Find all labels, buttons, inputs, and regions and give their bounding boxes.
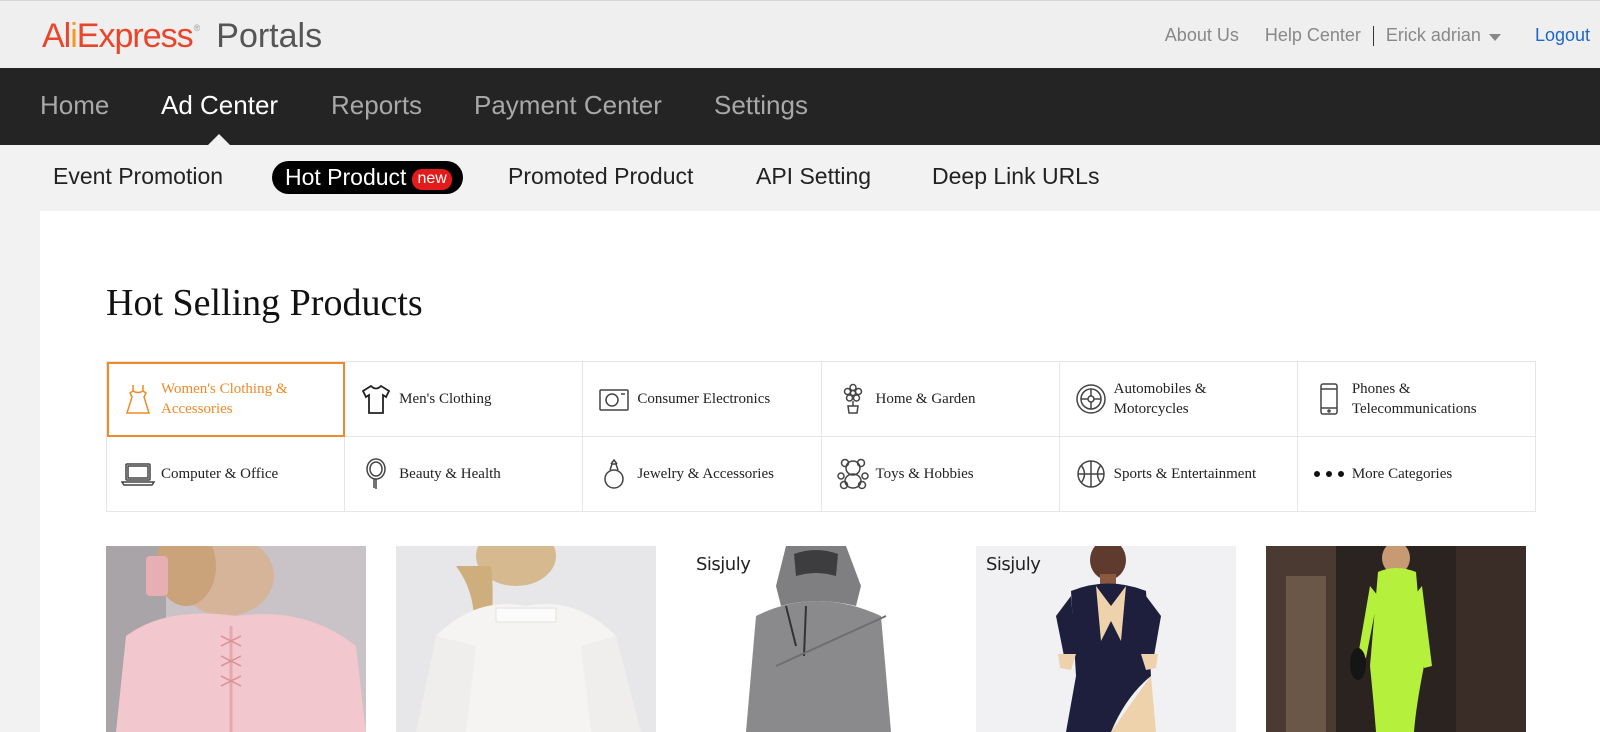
category-more-categories[interactable]: More Categories [1297, 437, 1536, 512]
top-header: AliExpress ® Portals About Us Help Cente… [0, 0, 1600, 68]
ball-icon [1072, 455, 1110, 493]
product-image[interactable] [106, 546, 366, 732]
category-phones-telecom[interactable]: Phones & Telecommunications [1297, 362, 1536, 437]
nav-home[interactable]: Home [40, 90, 109, 121]
help-center-link[interactable]: Help Center [1265, 25, 1361, 46]
chevron-down-icon [1488, 33, 1501, 41]
content-panel: Hot Selling Products Women's Clothing & … [40, 211, 1600, 732]
tab-hot-product-label: Hot Product [285, 164, 407, 190]
category-beauty-health[interactable]: Beauty & Health [345, 437, 584, 512]
category-automobiles-motorcycles[interactable]: Automobiles & Motorcycles [1059, 362, 1298, 437]
about-us-link[interactable]: About Us [1165, 25, 1239, 46]
logo-text: AliExpress [42, 17, 194, 55]
nav-reports[interactable]: Reports [331, 90, 422, 121]
camera-icon [595, 380, 633, 418]
mirror-icon [357, 455, 395, 493]
divider [1372, 25, 1374, 46]
category-consumer-electronics[interactable]: Consumer Electronics [583, 362, 822, 437]
user-menu[interactable]: Erick adrian [1386, 25, 1501, 46]
top-links: About Us Help Center Erick adrian Logout [1139, 25, 1590, 46]
logo-trademark: ® [193, 23, 201, 33]
product-image[interactable] [396, 546, 656, 732]
tshirt-icon [357, 380, 395, 418]
logo-subtitle: Portals [216, 17, 323, 55]
tab-deep-link-urls[interactable]: Deep Link URLs [932, 163, 1099, 190]
wheel-icon [1072, 380, 1110, 418]
tab-promoted-product[interactable]: Promoted Product [508, 163, 693, 190]
teddy-bear-icon [834, 455, 872, 493]
category-womens-clothing[interactable]: Women's Clothing & Accessories [107, 362, 346, 437]
laptop-icon [119, 455, 157, 493]
active-nav-indicator [208, 134, 230, 145]
product-image[interactable] [1266, 546, 1526, 732]
main-nav: Home Ad Center Reports Payment Center Se… [0, 68, 1600, 145]
sub-nav: Event Promotion Hot Product new Promoted… [0, 145, 1600, 211]
dress-icon [119, 380, 157, 418]
category-mens-clothing[interactable]: Men's Clothing [345, 362, 584, 437]
product-image[interactable]: Sisjuly [976, 546, 1236, 732]
category-sports-entertainment[interactable]: Sports & Entertainment [1059, 437, 1298, 512]
user-name: Erick adrian [1385, 25, 1481, 45]
category-jewelry-accessories[interactable]: Jewelry & Accessories [583, 437, 822, 512]
product-brand: Sisjuly [696, 554, 751, 575]
category-toys-hobbies[interactable]: Toys & Hobbies [821, 437, 1060, 512]
aliexpress-portals-logo[interactable]: AliExpress ® Portals [42, 17, 322, 57]
tab-api-setting[interactable]: API Setting [756, 163, 871, 190]
product-brand: Sisjuly [986, 554, 1041, 575]
category-grid: Women's Clothing & Accessories Men's Clo… [106, 361, 1536, 512]
product-image[interactable]: Sisjuly [686, 546, 946, 732]
nav-settings[interactable]: Settings [714, 90, 808, 121]
page-title: Hot Selling Products [106, 282, 423, 324]
category-home-garden[interactable]: Home & Garden [821, 362, 1060, 437]
more-dots-icon [1310, 455, 1348, 493]
nav-ad-center[interactable]: Ad Center [161, 90, 278, 121]
new-badge: new [412, 169, 452, 190]
tab-event-promotion[interactable]: Event Promotion [53, 163, 223, 190]
logout-link[interactable]: Logout [1535, 25, 1590, 46]
phone-icon [1310, 380, 1348, 418]
tab-hot-product[interactable]: Hot Product new [272, 161, 463, 194]
ring-icon [595, 455, 633, 493]
nav-payment-center[interactable]: Payment Center [474, 90, 662, 121]
category-computer-office[interactable]: Computer & Office [107, 437, 346, 512]
flower-icon [834, 380, 872, 418]
